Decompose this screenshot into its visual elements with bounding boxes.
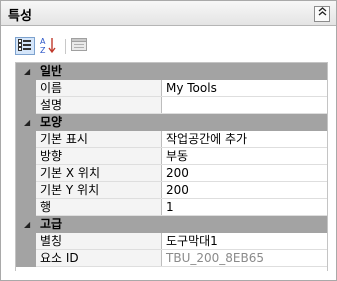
row-gutter bbox=[16, 233, 36, 250]
collapse-triangle-icon[interactable]: ◢ bbox=[24, 63, 34, 80]
alphabetical-button[interactable]: A Z bbox=[38, 37, 58, 55]
property-label: 기본 X 위치 bbox=[36, 165, 162, 181]
property-label: 이름 bbox=[36, 80, 162, 96]
property-value[interactable]: 200 bbox=[163, 165, 327, 181]
property-label: 기본 표시 bbox=[36, 131, 162, 147]
collapse-triangle-icon[interactable]: ◢ bbox=[24, 216, 34, 233]
property-row-default-display[interactable]: 기본 표시 작업공간에 추가 bbox=[16, 131, 327, 148]
property-value[interactable]: 도구막대1 bbox=[163, 233, 327, 249]
row-gutter bbox=[16, 250, 36, 267]
property-label: 기본 Y 위치 bbox=[36, 182, 162, 198]
category-general[interactable]: ◢ 일반 bbox=[16, 63, 327, 80]
property-value[interactable]: 작업공간에 추가 bbox=[163, 131, 327, 147]
row-gutter bbox=[16, 80, 36, 97]
row-gutter bbox=[16, 97, 36, 114]
property-label: 설명 bbox=[36, 97, 162, 113]
property-pages-button[interactable] bbox=[69, 37, 89, 55]
panel-titlebar: 특성 bbox=[1, 1, 336, 26]
properties-toolbar: A Z bbox=[1, 26, 336, 60]
row-gutter bbox=[16, 199, 36, 216]
property-row-description[interactable]: 설명 bbox=[16, 97, 327, 114]
property-label: 방향 bbox=[36, 148, 162, 164]
property-row-default-x[interactable]: 기본 X 위치 200 bbox=[16, 165, 327, 182]
category-appearance[interactable]: ◢ 모양 bbox=[16, 114, 327, 131]
categorized-icon bbox=[18, 38, 32, 54]
property-row-orientation[interactable]: 방향 부동 bbox=[16, 148, 327, 165]
property-pages-icon bbox=[71, 37, 87, 55]
panel-title: 특성 bbox=[8, 9, 32, 24]
property-value[interactable] bbox=[163, 97, 327, 113]
alphabetical-sort-icon: A Z bbox=[39, 36, 57, 57]
property-row-alias[interactable]: 별칭 도구막대1 bbox=[16, 233, 327, 250]
row-gutter bbox=[16, 148, 36, 165]
toolbar-separator bbox=[65, 39, 66, 54]
svg-text:Z: Z bbox=[40, 46, 46, 54]
property-row-default-y[interactable]: 기본 Y 위치 200 bbox=[16, 182, 327, 199]
property-value[interactable]: My Tools bbox=[163, 80, 327, 96]
categorized-button[interactable] bbox=[15, 37, 35, 55]
property-row-name[interactable]: 이름 My Tools bbox=[16, 80, 327, 97]
category-advanced[interactable]: ◢ 고급 bbox=[16, 216, 327, 233]
row-gutter bbox=[16, 182, 36, 199]
category-name: 일반 bbox=[40, 64, 63, 78]
property-row-element-id: 요소 ID TBU_200_8EB65 bbox=[16, 250, 327, 267]
category-name: 고급 bbox=[40, 217, 63, 231]
property-label: 별칭 bbox=[36, 233, 162, 249]
property-grid: ◢ 일반 이름 My Tools 설명 ◢ 모양 기본 표시 작업공간에 추가 … bbox=[15, 62, 328, 271]
category-name: 모양 bbox=[40, 115, 63, 129]
property-label: 요소 ID bbox=[36, 250, 162, 266]
row-gutter bbox=[16, 131, 36, 148]
svg-text:A: A bbox=[40, 37, 46, 46]
property-value[interactable]: 부동 bbox=[163, 148, 327, 164]
property-label: 행 bbox=[36, 199, 162, 215]
double-chevron-up-icon bbox=[318, 7, 327, 19]
properties-panel: 특성 A Z ◢ 일반 이름 My Tools 설명 ◢ 모양 기본 표시 작업… bbox=[0, 0, 337, 281]
collapse-button[interactable] bbox=[314, 6, 330, 22]
collapse-triangle-icon[interactable]: ◢ bbox=[24, 114, 34, 131]
property-row-rows[interactable]: 행 1 bbox=[16, 199, 327, 216]
property-value-readonly: TBU_200_8EB65 bbox=[166, 251, 264, 265]
property-value[interactable]: 1 bbox=[163, 199, 327, 215]
property-value[interactable]: 200 bbox=[163, 182, 327, 198]
row-gutter bbox=[16, 165, 36, 182]
